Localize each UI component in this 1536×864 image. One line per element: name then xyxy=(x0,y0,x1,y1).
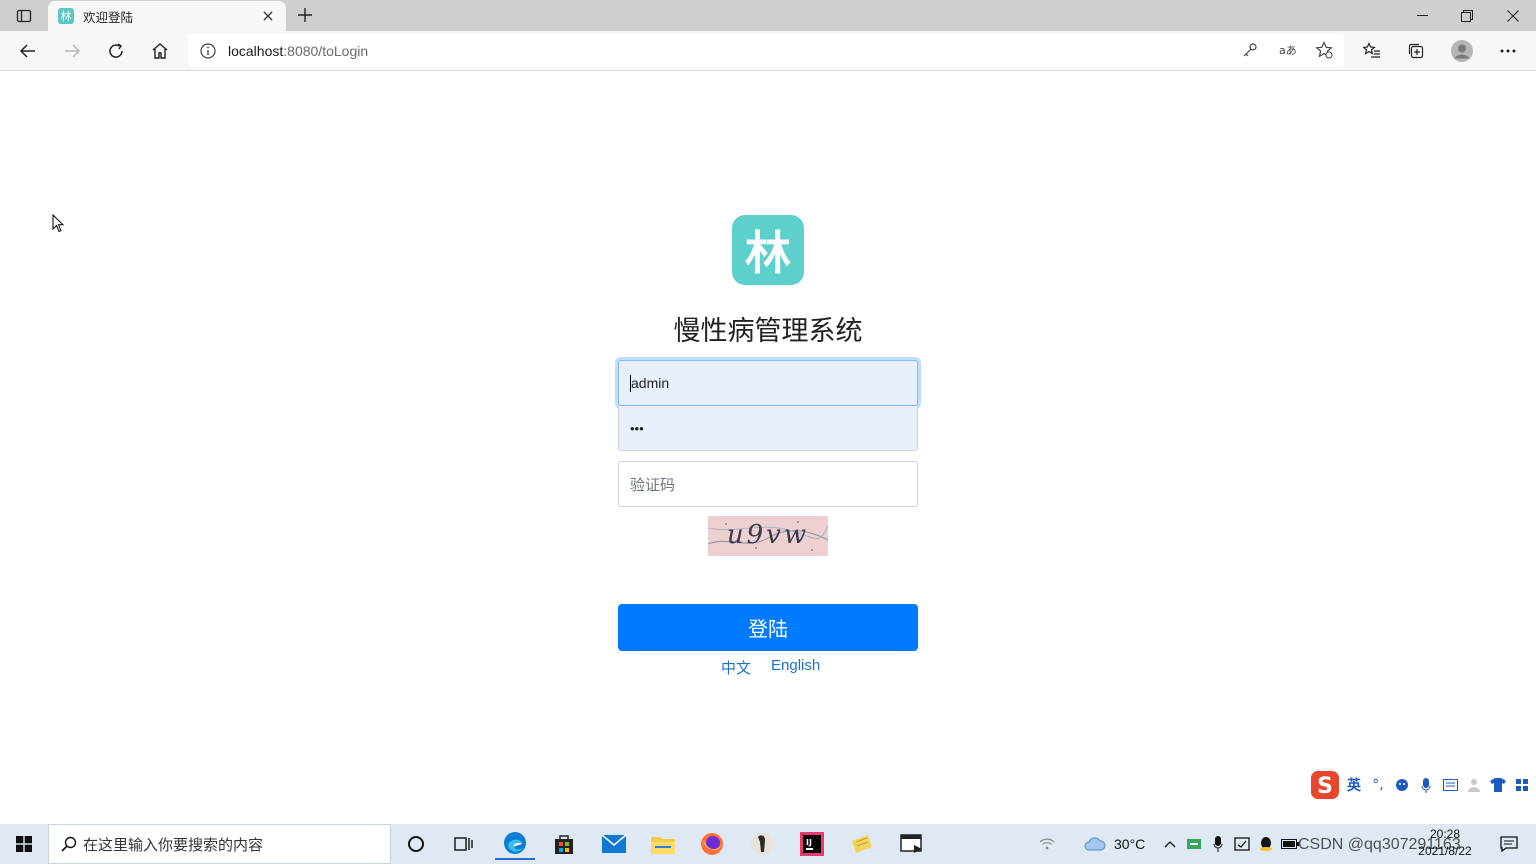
favorites-icon[interactable] xyxy=(1358,37,1386,65)
back-icon[interactable] xyxy=(14,37,42,65)
add-favorite-icon[interactable] xyxy=(1310,36,1338,64)
ime-toolbar: S 英 °, xyxy=(1308,768,1536,802)
username-value: admin xyxy=(631,375,670,391)
task-view-icon[interactable] xyxy=(444,828,484,860)
tray-app-green-icon[interactable] xyxy=(1184,828,1206,860)
ime-punctuation-icon[interactable]: °, xyxy=(1366,773,1390,797)
ime-keyboard-icon[interactable] xyxy=(1438,773,1462,797)
url-path: :8080/toLogin xyxy=(283,42,369,59)
svg-text:S: S xyxy=(1317,774,1333,799)
windows-start-icon[interactable] xyxy=(0,824,48,864)
tray-microphone-icon[interactable] xyxy=(1207,828,1229,860)
weather-temperature[interactable]: 30°C xyxy=(1114,836,1145,852)
restore-icon[interactable] xyxy=(1444,0,1490,31)
ime-apps-icon[interactable] xyxy=(1510,773,1534,797)
tab-title: 欢迎登陆 xyxy=(83,9,134,25)
system-clock[interactable]: 20:28 2021/8/22 xyxy=(1410,826,1480,860)
ime-microphone-icon[interactable] xyxy=(1414,773,1438,797)
more-options-icon[interactable] xyxy=(1494,37,1522,65)
taskbar-search-box[interactable]: 在这里输入你要搜索的内容 xyxy=(48,824,391,864)
intellij-idea-icon[interactable]: IJ xyxy=(792,828,832,860)
new-tab-icon[interactable] xyxy=(294,4,316,26)
lang-zh-link[interactable]: 中文 xyxy=(721,657,751,678)
tray-security-icon[interactable] xyxy=(1231,828,1253,860)
clock-time: 20:28 xyxy=(1429,827,1461,841)
weather-cloud-icon[interactable] xyxy=(1080,828,1110,860)
page-title: 慢性病管理系统 xyxy=(673,316,863,347)
app-avatar-icon[interactable] xyxy=(742,828,782,860)
home-icon[interactable] xyxy=(146,37,174,65)
password-field[interactable]: ••• xyxy=(618,406,918,451)
ime-skin-icon[interactable] xyxy=(1486,773,1510,797)
browser-toolbar: localhost:8080/toLogin aあ xyxy=(0,31,1536,71)
forward-icon[interactable] xyxy=(58,37,86,65)
windows-taskbar: 在这里输入你要搜索的内容 IJ 30°C CSDN @qq307291163 2… xyxy=(0,824,1536,864)
svg-text:IJ: IJ xyxy=(806,838,812,847)
svg-text:aあ: aあ xyxy=(1279,44,1297,57)
file-explorer-icon[interactable] xyxy=(643,828,683,860)
notification-center-icon[interactable] xyxy=(1494,828,1524,860)
edge-browser-icon[interactable] xyxy=(495,828,535,860)
tray-expand-icon[interactable] xyxy=(1158,828,1182,860)
login-button[interactable]: 登陆 xyxy=(618,604,918,651)
collections-icon[interactable] xyxy=(1402,37,1430,65)
browser-tab-strip: 林 欢迎登陆 xyxy=(0,0,1536,31)
notes-app-icon[interactable] xyxy=(842,828,882,860)
refresh-icon[interactable] xyxy=(102,37,130,65)
app-logo: 林 xyxy=(732,215,804,285)
lang-en-link[interactable]: English xyxy=(771,657,820,674)
url-host: localhost xyxy=(228,42,284,59)
username-field[interactable]: admin xyxy=(618,360,918,406)
mail-icon[interactable] xyxy=(594,828,634,860)
sogou-logo-icon[interactable]: S xyxy=(1308,770,1342,800)
address-bar[interactable]: localhost:8080/toLogin aあ xyxy=(188,34,1344,67)
clock-date: 2021/8/22 xyxy=(1418,844,1472,858)
tab-favicon-icon: 林 xyxy=(58,8,74,24)
browser-tab-active[interactable]: 林 欢迎登陆 xyxy=(48,1,286,31)
url-text: localhost:8080/toLogin xyxy=(228,43,368,59)
key-icon[interactable] xyxy=(1236,36,1264,64)
firefox-icon[interactable] xyxy=(692,828,732,860)
ime-emoji-icon[interactable] xyxy=(1390,773,1414,797)
ime-mode-toggle[interactable]: 英 xyxy=(1342,773,1366,797)
search-icon xyxy=(61,836,77,852)
captcha-placeholder: 验证码 xyxy=(630,476,676,494)
store-icon[interactable] xyxy=(544,828,584,860)
cortana-icon[interactable] xyxy=(396,828,436,860)
wifi-icon[interactable] xyxy=(1032,828,1062,860)
profile-avatar-icon[interactable] xyxy=(1448,37,1476,65)
tab-actions-icon[interactable] xyxy=(9,4,39,28)
close-window-icon[interactable] xyxy=(1490,0,1536,31)
captcha-image-text: u9vw xyxy=(726,520,810,550)
ime-user-icon[interactable] xyxy=(1462,773,1486,797)
search-placeholder: 在这里输入你要搜索的内容 xyxy=(83,835,264,854)
terminal-app-icon[interactable] xyxy=(892,828,932,860)
captcha-input[interactable]: 验证码 xyxy=(618,461,918,507)
tray-qq-icon[interactable] xyxy=(1255,828,1277,860)
translate-icon[interactable]: aあ xyxy=(1274,36,1302,64)
password-value: ••• xyxy=(630,420,644,436)
mouse-cursor-icon xyxy=(52,214,65,233)
site-info-icon[interactable] xyxy=(188,34,228,67)
tab-close-icon[interactable] xyxy=(260,8,276,24)
login-page: 林 慢性病管理系统 admin ••• 验证码 u9vw 登陆 中文 Engli… xyxy=(1,71,1536,824)
captcha-image[interactable]: u9vw xyxy=(708,516,828,556)
minimize-icon[interactable] xyxy=(1399,0,1445,31)
